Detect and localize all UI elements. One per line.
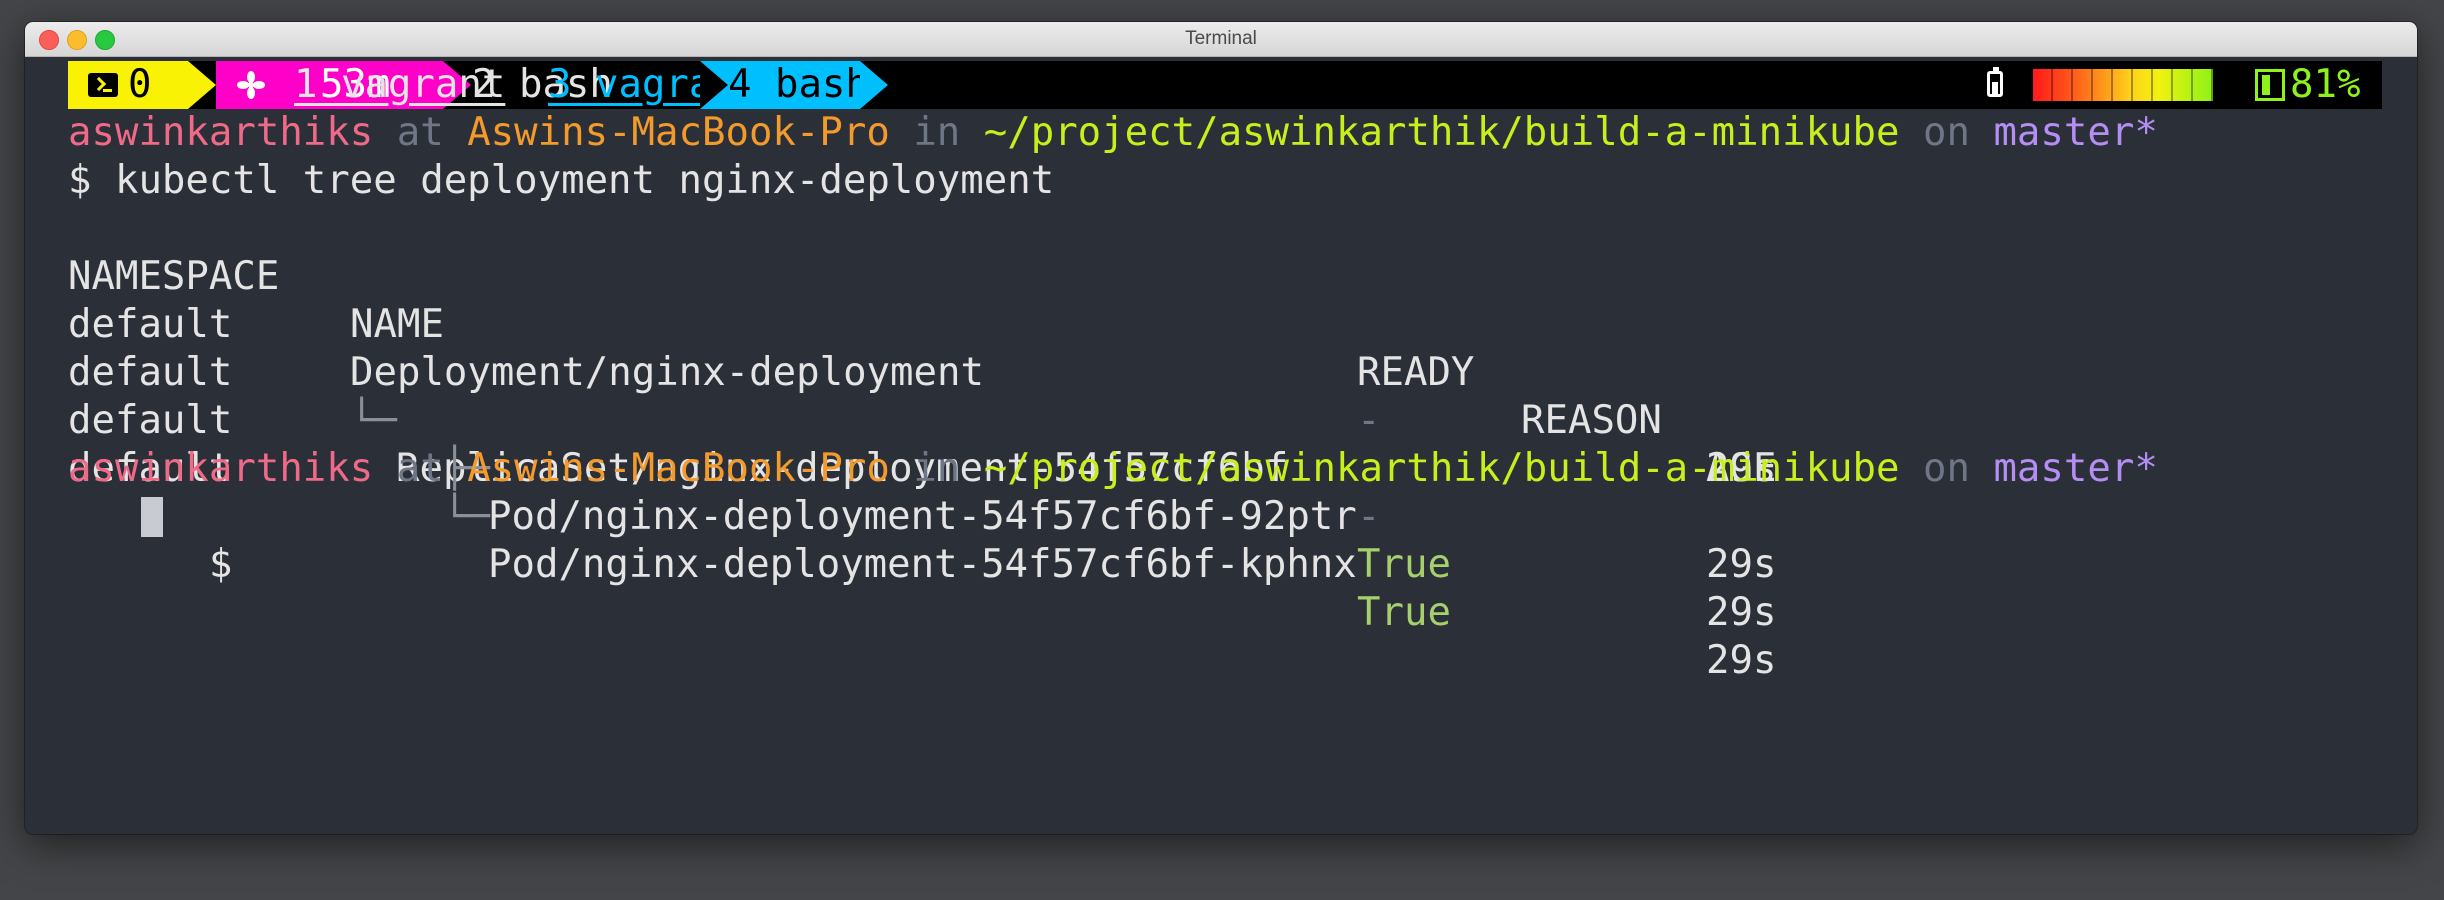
powerline-separator — [188, 61, 216, 109]
battery-icon — [1987, 67, 2003, 97]
minimize-button[interactable] — [67, 30, 87, 50]
current-window-label: 4 bash — [728, 62, 869, 107]
table-row: default └─ Pod/nginx-deployment-54f57cf6… — [68, 397, 2368, 683]
command-line: $ kubectl tree deployment nginx-deployme… — [68, 157, 1054, 205]
zoom-button[interactable] — [95, 30, 115, 50]
fan-icon — [237, 71, 265, 99]
prompt-host: Aswins-MacBook-Pro — [467, 446, 890, 491]
prompt-host: Aswins-MacBook-Pro — [467, 110, 890, 155]
command-text: kubectl tree deployment nginx-deployment — [114, 158, 1055, 203]
prompt-in: in — [913, 446, 961, 491]
row-name: Pod/nginx-deployment-54f57cf6bf-92ptr — [488, 494, 1357, 539]
tree-connector: └─ — [396, 494, 490, 539]
prompt-line: aswinkarthiks at Aswins-MacBook-Pro in ~… — [68, 109, 2158, 157]
close-button[interactable] — [39, 30, 59, 50]
battery-gauge — [2033, 69, 2255, 101]
prompt-branch: master* — [1993, 446, 2158, 491]
prompt-line: aswinkarthiks at Aswins-MacBook-Pro in ~… — [68, 445, 2158, 493]
session-number: 0 — [128, 62, 152, 107]
prompt-user: aswinkarthiks — [68, 110, 374, 155]
terminal-screen[interactable]: 0 53m 1 vagrant 2 bash 3 vagrant 4 bash … — [25, 57, 2417, 834]
session-segment: 0 — [68, 61, 188, 109]
table-row: default ├─ Pod/nginx-deployment-54f57cf6… — [68, 349, 2368, 635]
prompt-symbol: $ — [208, 542, 233, 587]
prompt-branch: master* — [1993, 110, 2158, 155]
row-name: Pod/nginx-deployment-54f57cf6bf-kphnx — [488, 542, 1357, 587]
title-bar[interactable]: Terminal — [25, 22, 2417, 57]
row-age: 29s — [1706, 590, 1777, 635]
row-age: 29s — [1706, 638, 1777, 683]
window-title: Terminal — [1185, 28, 1257, 49]
tmux-status-bar: 0 53m 1 vagrant 2 bash 3 vagrant 4 bash … — [68, 61, 2382, 109]
row-ready: True — [1357, 542, 1451, 587]
prompt-path: ~/project/aswinkarthik/build-a-minikube — [983, 446, 1900, 491]
table-row: default └─ ReplicaSet/nginx-deployment-5… — [68, 301, 2368, 587]
terminal-icon — [88, 73, 118, 97]
prompt-in: in — [913, 110, 961, 155]
prompt-at: at — [396, 110, 444, 155]
table-header: NAMESPACE NAME READY REASON AGE — [68, 205, 2368, 491]
terminal-window: Terminal 0 53m 1 vagrant 2 bash 3 vagran… — [25, 22, 2417, 834]
input-line[interactable]: $ — [68, 493, 268, 587]
prompt-at: at — [396, 446, 444, 491]
prompt-path: ~/project/aswinkarthik/build-a-minikube — [983, 110, 1900, 155]
row-ready: - — [1357, 494, 1381, 539]
text-cursor — [141, 497, 163, 537]
prompt-on: on — [1922, 110, 1970, 155]
battery-cap-icon — [2255, 69, 2285, 101]
powerline-separator — [700, 61, 728, 109]
prompt-on: on — [1922, 446, 1970, 491]
powerline-separator — [860, 61, 888, 109]
row-age: 29s — [1706, 542, 1777, 587]
battery-percent: 81% — [2290, 62, 2361, 107]
prompt-symbol: $ — [68, 158, 92, 203]
table-row: default Deployment/nginx-deployment - 29… — [68, 253, 2368, 491]
row-ready: True — [1357, 590, 1451, 635]
prompt-user: aswinkarthiks — [68, 446, 374, 491]
